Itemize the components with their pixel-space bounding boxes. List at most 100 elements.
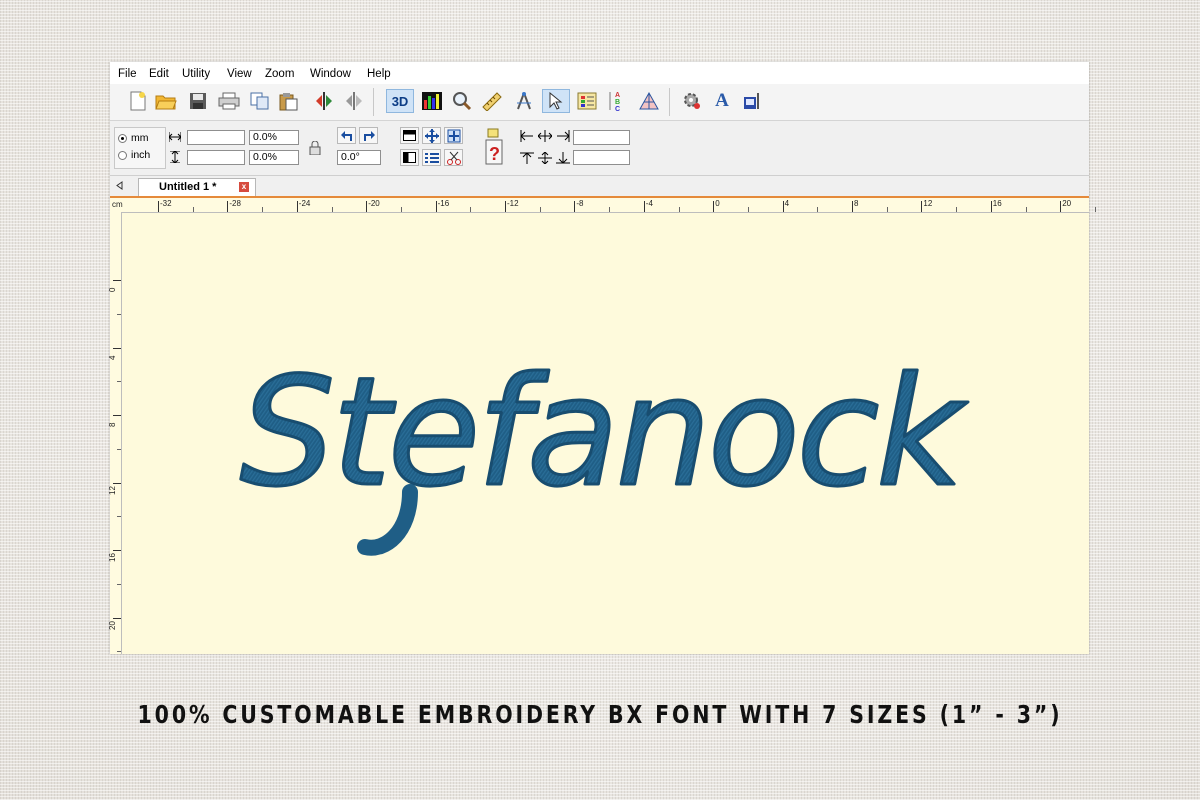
align-center-h-button[interactable] bbox=[535, 127, 554, 144]
copy-icon[interactable] bbox=[248, 89, 272, 113]
align-right-icon bbox=[556, 129, 569, 142]
align-center-v-icon bbox=[537, 151, 552, 164]
align-center-v-button[interactable] bbox=[535, 149, 554, 166]
ruler-label: 12 bbox=[923, 199, 933, 208]
height-input[interactable] bbox=[187, 150, 245, 165]
unit-inch-option[interactable]: inch bbox=[118, 149, 150, 161]
ruler-label: 0 bbox=[715, 199, 720, 208]
rotate-icon[interactable] bbox=[342, 89, 366, 113]
tab-untitled-1[interactable]: Untitled 1 * x bbox=[138, 178, 256, 196]
compass-icon[interactable] bbox=[512, 89, 536, 113]
help-question-icon: ? bbox=[485, 128, 503, 165]
ruler-minor-tick bbox=[400, 207, 402, 212]
rotation-input[interactable]: 0.0° bbox=[337, 150, 381, 165]
svg-text:B: B bbox=[615, 99, 620, 106]
ruler-minor-tick bbox=[117, 448, 121, 450]
3d-view-button[interactable]: 3D bbox=[386, 89, 414, 113]
design-canvas[interactable]: cm -32 -28 -24 -20 -16 -12 -8 -4 0 4 8 12 16 20 0 4 8 12… bbox=[108, 198, 1096, 654]
ruler-minor-tick bbox=[1025, 207, 1027, 212]
ruler-minor-tick bbox=[678, 207, 680, 212]
align-top-button[interactable] bbox=[517, 149, 536, 166]
fill-left-button[interactable] bbox=[400, 149, 419, 166]
abc-lettering-icon[interactable]: ABC bbox=[606, 89, 630, 113]
ruler-tick bbox=[296, 201, 298, 212]
menu-edit[interactable]: Edit bbox=[149, 68, 169, 80]
rotate-left-icon bbox=[340, 130, 352, 141]
menu-utility[interactable]: Utility bbox=[182, 68, 210, 80]
align-left-button[interactable] bbox=[517, 127, 536, 144]
fill-top-icon bbox=[403, 130, 416, 141]
color-list-icon[interactable] bbox=[575, 89, 599, 113]
tab-scroll-left-icon[interactable] bbox=[116, 181, 124, 190]
open-folder-icon[interactable] bbox=[154, 89, 178, 113]
rotate-right-button[interactable] bbox=[359, 127, 378, 144]
menu-view[interactable]: View bbox=[227, 68, 252, 80]
menu-help[interactable]: Help bbox=[367, 68, 391, 80]
ruler-minor-tick bbox=[117, 313, 121, 315]
align-bottom-icon bbox=[555, 151, 570, 163]
help-button[interactable]: ? bbox=[483, 127, 505, 167]
ruler-minor-tick bbox=[117, 516, 121, 518]
magnifier-icon[interactable] bbox=[450, 89, 474, 113]
ruler-label: 16 bbox=[108, 553, 117, 562]
settings-icon[interactable] bbox=[680, 89, 704, 113]
print-icon[interactable] bbox=[217, 89, 241, 113]
ruler-label: 8 bbox=[108, 422, 117, 427]
pointer-icon[interactable] bbox=[542, 89, 570, 113]
machine-icon[interactable] bbox=[740, 89, 764, 113]
scissors-button[interactable] bbox=[444, 149, 463, 166]
menu-window[interactable]: Window bbox=[310, 68, 351, 80]
ruler-label: 0 bbox=[108, 287, 117, 292]
save-icon[interactable] bbox=[186, 89, 210, 113]
main-toolbar: 3D ABC A bbox=[110, 84, 1089, 121]
fill-left-icon bbox=[403, 152, 416, 163]
unit-mm-option[interactable]: mm bbox=[118, 132, 149, 144]
width-input[interactable] bbox=[187, 130, 245, 145]
position-x-input[interactable] bbox=[573, 130, 630, 145]
center-blue-button[interactable] bbox=[422, 127, 441, 144]
ruler-minor-tick bbox=[817, 207, 819, 212]
ruler-tick bbox=[113, 347, 121, 349]
radio-mm[interactable] bbox=[118, 133, 127, 143]
position-y-input[interactable] bbox=[573, 150, 630, 165]
height-arrows-icon bbox=[170, 151, 180, 163]
ruler-tick bbox=[921, 201, 923, 212]
ruler-label: 20 bbox=[1062, 199, 1072, 208]
ruler-minor-tick bbox=[117, 381, 121, 383]
menu-zoom[interactable]: Zoom bbox=[265, 68, 294, 80]
ruler-label: 12 bbox=[108, 485, 117, 495]
document-tab-bar: Untitled 1 * x bbox=[110, 176, 1089, 198]
rotate-right-icon bbox=[363, 130, 375, 141]
align-bottom-button[interactable] bbox=[553, 149, 572, 166]
width-scale-input[interactable]: 0.0% bbox=[249, 130, 299, 145]
design-text: Stefanock bbox=[240, 352, 968, 520]
align-top-icon bbox=[519, 152, 534, 164]
lock-ratio-button[interactable] bbox=[305, 139, 324, 156]
mirror-icon[interactable] bbox=[312, 89, 336, 113]
unit-inch-label: inch bbox=[131, 149, 151, 161]
close-tab-icon[interactable]: x bbox=[239, 182, 249, 192]
height-scale-input[interactable]: 0.0% bbox=[249, 150, 299, 165]
color-bars-icon[interactable] bbox=[420, 89, 444, 113]
lock-icon bbox=[309, 140, 320, 155]
fill-top-button[interactable] bbox=[400, 127, 419, 144]
paste-icon[interactable] bbox=[277, 89, 301, 113]
menu-file[interactable]: File bbox=[118, 68, 137, 80]
ruler-label: 4 bbox=[108, 355, 117, 360]
list-button[interactable] bbox=[422, 149, 441, 166]
ruler-minor-tick bbox=[192, 207, 194, 212]
ruler-label: -4 bbox=[645, 199, 653, 208]
ruler-label: -8 bbox=[576, 199, 584, 208]
shape-icon[interactable] bbox=[637, 89, 661, 113]
align-right-button[interactable] bbox=[553, 127, 572, 144]
ruler-tick bbox=[713, 201, 715, 212]
center-frame-button[interactable] bbox=[444, 127, 463, 144]
ruler-label: -16 bbox=[437, 199, 450, 208]
ruler-tick bbox=[505, 201, 506, 212]
radio-inch[interactable] bbox=[118, 150, 127, 160]
rotate-left-button[interactable] bbox=[337, 127, 356, 144]
new-file-icon[interactable] bbox=[126, 89, 150, 113]
text-A-icon[interactable]: A bbox=[710, 89, 734, 113]
stitched-design[interactable]: Stefanock bbox=[225, 352, 975, 582]
ruler-icon[interactable] bbox=[480, 89, 504, 113]
